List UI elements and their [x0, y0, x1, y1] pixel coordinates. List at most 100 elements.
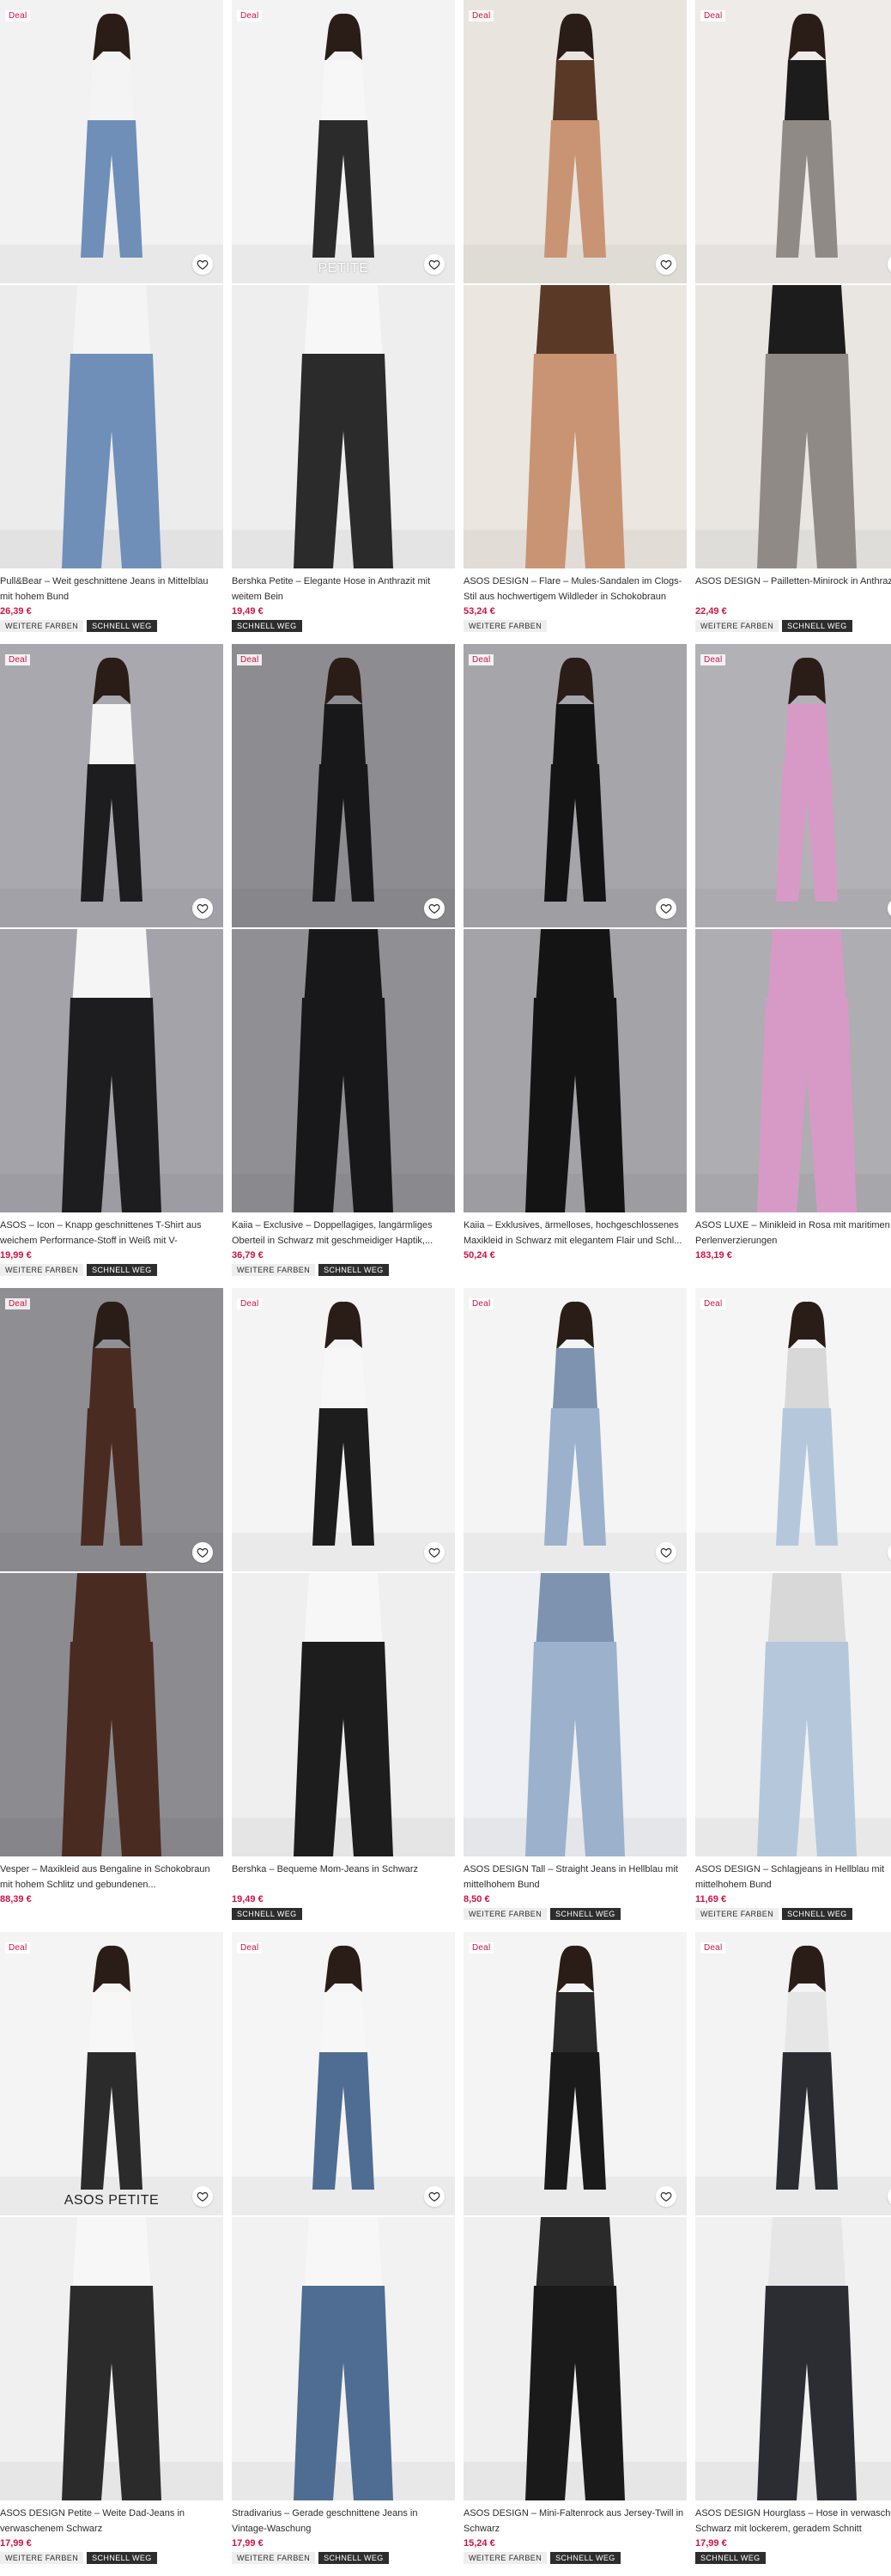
product-title[interactable]: ASOS DESIGN Hourglass – Hose in verwasch…	[695, 2506, 891, 2537]
product-image-alternate[interactable]	[232, 285, 455, 568]
selling-fast-tag: SCHNELL WEG	[782, 1908, 852, 1920]
save-for-later-button[interactable]	[656, 898, 676, 919]
product-image-alternate[interactable]	[695, 1573, 891, 1856]
product-card[interactable]: Deal Vesper – Maxikleid aus Bengaline in …	[0, 1288, 223, 1905]
product-card[interactable]: Deal Bershka – Bequeme Mom-Jeans in Schwa…	[232, 1288, 455, 1920]
product-image-alternate[interactable]	[232, 929, 455, 1212]
product-image-alternate[interactable]	[464, 929, 687, 1212]
product-image-alternate[interactable]	[695, 2217, 891, 2500]
product-image[interactable]: Deal	[232, 644, 455, 927]
product-title[interactable]: ASOS – Icon – Knapp geschnittenes T-Shir…	[0, 1218, 223, 1249]
product-title[interactable]: ASOS DESIGN – Schlagjeans in Hellblau mi…	[695, 1862, 891, 1893]
product-image-alternate[interactable]	[464, 285, 687, 568]
more-colours-tag: WEITERE FARBEN	[464, 2552, 548, 2564]
product-card[interactable]: Deal Stradivarius – Gerade geschnittene J…	[232, 1932, 455, 2564]
product-image[interactable]: Deal	[464, 1932, 687, 2215]
product-card[interactable]: Deal ASOS LUXE – Minikleid in Rosa mit ma…	[695, 644, 891, 1261]
product-image-alternate[interactable]	[695, 929, 891, 1212]
product-price: 50,24 €	[464, 1250, 495, 1261]
product-card[interactable]: Deal Kaiia – Exclusive – Doppellagiges, l…	[232, 644, 455, 1276]
product-image[interactable]: Deal	[464, 644, 687, 927]
product-image-alternate[interactable]	[464, 2217, 687, 2500]
product-image-alternate[interactable]	[232, 2217, 455, 2500]
product-image[interactable]: Deal PETITE	[232, 0, 455, 283]
product-image-alternate[interactable]	[0, 1573, 223, 1856]
product-image-graphic	[0, 1288, 223, 1571]
product-image-graphic	[695, 0, 891, 283]
deal-badge: Deal	[5, 654, 31, 665]
save-for-later-button[interactable]	[192, 2186, 213, 2207]
product-image[interactable]: Deal	[0, 0, 223, 283]
product-image[interactable]: Deal ASOS PETITE	[0, 1932, 223, 2215]
product-card[interactable]: Deal ASOS DESIGN – Pailletten-Minirock in…	[695, 0, 891, 632]
product-title[interactable]: ASOS LUXE – Minikleid in Rosa mit mariti…	[695, 1218, 891, 1249]
deal-badge: Deal	[237, 1298, 263, 1309]
product-image[interactable]: Deal	[232, 1932, 455, 2215]
product-price: 17,99 €	[695, 2538, 727, 2549]
product-card[interactable]: Deal ASOS DESIGN – Flare – Mules-Sandalen…	[464, 0, 687, 632]
save-for-later-button[interactable]	[424, 898, 445, 919]
product-image[interactable]: Deal	[0, 644, 223, 927]
product-title[interactable]: ASOS DESIGN Petite – Weite Dad-Jeans in …	[0, 2506, 223, 2537]
product-image-alternate[interactable]	[0, 285, 223, 568]
selling-fast-tag: SCHNELL WEG	[550, 1908, 621, 1920]
save-for-later-button[interactable]	[424, 254, 445, 275]
product-image-graphic	[0, 1932, 223, 2215]
product-image-graphic	[464, 644, 687, 927]
save-for-later-button[interactable]	[192, 254, 213, 275]
product-image[interactable]: Deal	[0, 1288, 223, 1571]
product-image-alternate[interactable]	[464, 1573, 687, 1856]
product-tags: SCHNELL WEG	[232, 620, 455, 632]
product-image[interactable]: Deal	[232, 1288, 455, 1571]
product-image[interactable]: Deal	[464, 0, 687, 283]
save-for-later-button[interactable]	[424, 1542, 445, 1563]
product-card[interactable]: Deal ASOS DESIGN – Mini-Faltenrock aus Je…	[464, 1932, 687, 2564]
product-image[interactable]: Deal	[695, 0, 891, 283]
product-image-alternate[interactable]	[0, 929, 223, 1212]
product-title[interactable]: Bershka Petite – Elegante Hose in Anthra…	[232, 574, 455, 605]
product-card[interactable]: Deal ASOS – Icon – Knapp geschnittenes T-…	[0, 644, 223, 1276]
product-image-graphic	[232, 0, 455, 283]
product-image[interactable]: Deal	[464, 1288, 687, 1571]
product-card[interactable]: Deal ASOS DESIGN Hourglass – Hose in verw…	[695, 1932, 891, 2564]
product-title[interactable]: Bershka – Bequeme Mom-Jeans in Schwarz	[232, 1862, 455, 1893]
product-title[interactable]: Pull&Bear – Weit geschnittene Jeans in M…	[0, 574, 223, 605]
deal-badge: Deal	[700, 10, 726, 21]
save-for-later-button[interactable]	[424, 2186, 445, 2207]
deal-badge: Deal	[469, 1298, 494, 1309]
more-colours-tag: WEITERE FARBEN	[695, 620, 779, 632]
product-image[interactable]: Deal	[695, 1932, 891, 2215]
save-for-later-button[interactable]	[656, 254, 676, 275]
product-image[interactable]: Deal	[695, 1288, 891, 1571]
deal-badge: Deal	[5, 1298, 31, 1309]
product-card[interactable]: Deal ASOS DESIGN Tall – Straight Jeans in…	[464, 1288, 687, 1920]
product-card[interactable]: Deal Kaiia – Exklusives, ärmelloses, hoch…	[464, 644, 687, 1261]
product-image-alternate[interactable]	[232, 1573, 455, 1856]
product-title[interactable]: Kaiia – Exklusives, ärmelloses, hochgesc…	[464, 1218, 687, 1249]
product-title[interactable]: ASOS DESIGN – Pailletten-Minirock in Ant…	[695, 574, 891, 605]
product-image-alternate[interactable]	[695, 285, 891, 568]
save-for-later-button[interactable]	[192, 1542, 213, 1563]
product-image-graphic	[0, 929, 223, 1212]
selling-fast-tag: SCHNELL WEG	[550, 2552, 621, 2564]
save-for-later-button[interactable]	[192, 898, 213, 919]
product-card[interactable]: Deal Pull&Bear – Weit geschnittene Jeans …	[0, 0, 223, 632]
product-title[interactable]: Kaiia – Exclusive – Doppellagiges, langä…	[232, 1218, 455, 1249]
product-image[interactable]: Deal	[695, 644, 891, 927]
save-for-later-button[interactable]	[656, 1542, 676, 1563]
product-image-alternate[interactable]	[0, 2217, 223, 2500]
product-title[interactable]: Stradivarius – Gerade geschnittene Jeans…	[232, 2506, 455, 2537]
product-title[interactable]: Vesper – Maxikleid aus Bengaline in Scho…	[0, 1862, 223, 1893]
product-title[interactable]: ASOS DESIGN Tall – Straight Jeans in Hel…	[464, 1862, 687, 1893]
product-card[interactable]: Deal ASOS PETITE ASOS DESIGN Petite – Weit…	[0, 1932, 223, 2564]
save-for-later-button[interactable]	[656, 2186, 676, 2207]
product-title[interactable]: ASOS DESIGN – Flare – Mules-Sandalen im …	[464, 574, 687, 605]
product-title[interactable]: ASOS DESIGN – Mini-Faltenrock aus Jersey…	[464, 2506, 687, 2537]
more-colours-tag: WEITERE FARBEN	[0, 1264, 84, 1276]
selling-fast-tag: SCHNELL WEG	[782, 620, 852, 632]
product-card[interactable]: Deal ASOS DESIGN – Schlagjeans in Hellbla…	[695, 1288, 891, 1920]
product-card[interactable]: Deal PETITE Bershka Petite – Elegante Hose…	[232, 0, 455, 632]
product-image-graphic	[464, 285, 687, 568]
product-price: 17,99 €	[0, 2538, 32, 2549]
deal-badge: Deal	[237, 654, 263, 665]
